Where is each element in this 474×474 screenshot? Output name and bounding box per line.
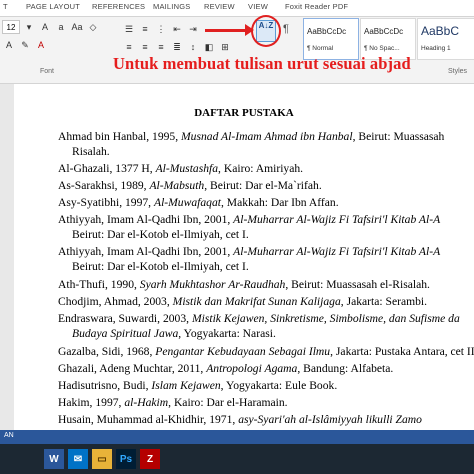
borders-icon[interactable]: ⊞ [218, 40, 232, 54]
status-text: AN [4, 432, 14, 439]
reference-item: Asy-Syatibhi, 1997, Al-Muwafaqat, Makkah… [58, 196, 339, 209]
align-left-icon[interactable]: ≡ [122, 40, 136, 54]
styles-group-label: Styles [448, 68, 468, 75]
decrease-indent-icon[interactable]: ⇤ [170, 22, 184, 36]
shrink-font-icon[interactable]: a [54, 20, 68, 34]
sort-highlight-circle [251, 15, 281, 47]
ribbon-tabs: T PAGE LAYOUT REFERENCES MAILINGS REVIEW… [0, 0, 474, 17]
explorer-icon[interactable]: ▭ [92, 449, 112, 469]
highlight-icon[interactable]: ✎ [18, 38, 32, 52]
numbering-icon[interactable]: ≡ [138, 22, 152, 36]
annotation-arrow [205, 29, 247, 32]
increase-indent-icon[interactable]: ⇥ [186, 22, 200, 36]
style-heading-1-sample: AaBbC [421, 24, 460, 38]
shading-icon[interactable]: ◧ [202, 40, 216, 54]
tab-foxit-reader-pdf[interactable]: Foxit Reader PDF [285, 2, 348, 11]
font-toolbar-row: 12 ▾ A a Aa ◇ [2, 20, 100, 34]
justify-icon[interactable]: ≣ [170, 40, 184, 54]
font-color-icon[interactable]: A [34, 38, 48, 52]
align-right-icon[interactable]: ≡ [154, 40, 168, 54]
reference-item: Athiyyah, Imam Al-Qadhi Ibn, 2001, Al-Mu… [58, 213, 441, 241]
word-icon[interactable]: W [44, 449, 64, 469]
style-normal-sample: AaBbCcDc [307, 27, 347, 36]
taskbar: W ✉ ▭ Ps Z [0, 444, 474, 474]
tab-references[interactable]: REFERENCES [92, 2, 145, 11]
chevron-down-icon[interactable]: ▾ [22, 20, 36, 34]
tab-mailings[interactable]: MAILINGS [153, 2, 190, 11]
multilevel-list-icon[interactable]: ⋮ [154, 22, 168, 36]
style-no-spacing-sample: AaBbCcDc [364, 27, 404, 36]
reference-item: Ahmad bin Hanbal, 1995, Musnad Al-Imam A… [58, 130, 445, 158]
grow-font-icon[interactable]: A [38, 20, 52, 34]
tab-review[interactable]: REVIEW [204, 2, 235, 11]
annotation-text: Untuk membuat tulisan urut sesuai abjad [113, 54, 411, 73]
paragraph-align-row: ≡ ≡ ≡ ≣ ↕ ◧ ⊞ [122, 40, 232, 54]
outlook-icon[interactable]: ✉ [68, 449, 88, 469]
clear-format-icon[interactable]: ◇ [86, 20, 100, 34]
status-bar: AN [0, 430, 474, 444]
paragraph-toolbar-row: ☰ ≡ ⋮ ⇤ ⇥ [122, 22, 200, 36]
change-case-icon[interactable]: Aa [70, 20, 84, 34]
font-group-label: Font [40, 68, 55, 75]
reference-item: Ath-Thufi, 1990, Syarh Mukhtashor Ar-Rau… [58, 278, 430, 291]
reference-item: Chodjim, Ahmad, 2003, Mistik dan Makrifa… [58, 295, 428, 308]
show-hide-paragraph-icon[interactable]: ¶ [283, 23, 289, 35]
reference-item: Al-Ghazali, 1377 H, Al-Mustashfa, Kairo:… [58, 162, 304, 175]
tab-view[interactable]: VIEW [248, 2, 268, 11]
reference-item: Hakim, 1997, al-Hakim, Kairo: Dar el-Har… [58, 396, 288, 409]
font-format-row: A ✎ A [2, 38, 48, 52]
style-heading-1[interactable]: AaBbC Heading 1 [417, 18, 474, 60]
reference-item: Gazalba, Sidi, 1968, Pengantar Kebudayaa… [58, 345, 474, 358]
reference-item: Athiyyah, Imam Al-Qadhi Ibn, 2001, Al-Mu… [58, 245, 441, 273]
text-effects-icon[interactable]: A [2, 38, 16, 52]
tab-page-layout[interactable]: PAGE LAYOUT [26, 2, 80, 11]
tab-home[interactable]: T [3, 2, 8, 11]
style-normal-label: ¶ Normal [307, 45, 334, 52]
reference-item: As-Sarakhsi, 1989, Al-Mabsuth, Beirut: D… [58, 179, 322, 192]
bullets-icon[interactable]: ☰ [122, 22, 136, 36]
font-size-dropdown[interactable]: 12 [2, 20, 20, 34]
style-no-spacing-label: ¶ No Spac... [364, 45, 400, 52]
align-center-icon[interactable]: ≡ [138, 40, 152, 54]
style-heading-1-label: Heading 1 [421, 45, 451, 52]
reference-item: Endraswara, Suwardi, 2003, Mistik Kejawe… [58, 312, 460, 340]
vertical-ruler [0, 84, 15, 430]
reference-item: Hadisutrisno, Budi, Islam Kejawen, Yogya… [58, 379, 338, 392]
photoshop-icon[interactable]: Ps [116, 449, 136, 469]
line-spacing-icon[interactable]: ↕ [186, 40, 200, 54]
document-page[interactable]: DAFTAR PUSTAKA Ahmad bin Hanbal, 1995, M… [14, 84, 474, 441]
reference-item: Ghazali, Adeng Muchtar, 2011, Antropolog… [58, 362, 394, 375]
document-title: DAFTAR PUSTAKA [194, 107, 294, 119]
filezilla-icon[interactable]: Z [140, 449, 160, 469]
